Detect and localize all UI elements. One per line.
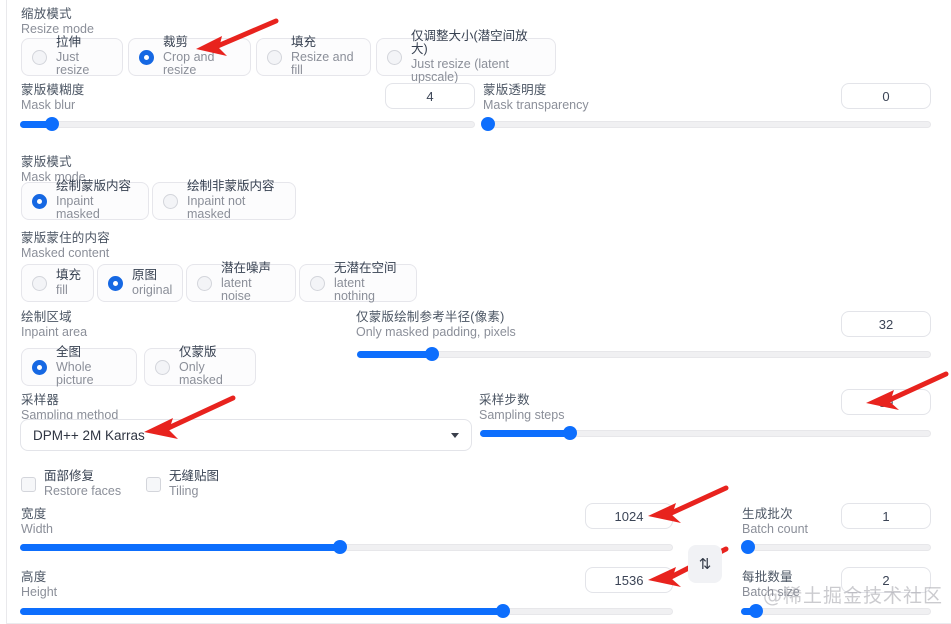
resize-mode-label: 缩放模式 Resize mode [21,7,94,36]
tiling-checkbox[interactable]: 无缝贴图 Tiling [146,469,219,498]
height-slider-fill [20,608,504,615]
sampling-steps-slider[interactable] [480,426,931,440]
sampling-method-label: 采样器 Sampling method [21,393,119,422]
resize-mode-option-just-resize-latent-upscale[interactable]: 仅调整大小(潜空间放大) Just resize (latent upscale… [376,29,556,84]
radio-icon [387,49,402,65]
radio-icon [310,275,325,291]
mask-transparency-value-input[interactable]: 0 [841,83,931,109]
swap-width-height-button[interactable]: ⇅ [688,545,722,583]
sd-webui-img2img-settings-panel: 缩放模式 Resize mode 拉伸 Just resize 裁剪 Crop … [0,0,951,624]
height-label: 高度 Height [21,570,58,599]
site-watermark: @稀土掘金技术社区 [763,585,944,607]
sampling-steps-label: 采样步数 Sampling steps [479,393,565,422]
mask-blur-value-input[interactable]: 4 [385,83,475,109]
height-value-input[interactable]: 1536 [585,567,673,593]
sampling-steps-slider-knob[interactable] [563,426,578,440]
sampling-method-dropdown[interactable]: DPM++ 2M Karras [20,419,472,451]
masked-content-option-original[interactable]: 原图 original [97,264,183,302]
radio-icon [197,275,212,291]
mask-blur-slider-knob[interactable] [44,117,59,131]
panel-left-divider [6,0,7,624]
mask-transparency-label: 蒙版透明度 Mask transparency [483,83,589,112]
resize-mode-option-just-resize[interactable]: 拉伸 Just resize [21,36,123,77]
mask-transparency-slider-knob[interactable] [481,117,495,131]
chevron-down-icon[interactable] [451,432,459,438]
resize-mode-option-resize-and-fill[interactable]: 填充 Resize and fill [256,36,371,77]
batch-size-slider-knob[interactable] [749,604,764,618]
sampling-method-selected-value: DPM++ 2M Karras [33,427,145,443]
mask-mode-option-inpaint-not-masked[interactable]: 绘制非蒙版内容 Inpaint not masked [152,180,296,221]
width-value-input[interactable]: 1024 [585,503,673,529]
restore-faces-checkbox[interactable]: 面部修复 Restore faces [21,469,121,498]
checkbox-icon[interactable] [146,476,161,492]
width-slider[interactable] [20,540,673,554]
mask-blur-label: 蒙版模糊度 Mask blur [21,83,85,112]
only-masked-padding-slider-fill [357,351,432,358]
sampling-steps-value-input[interactable]: 30 [841,389,931,415]
width-slider-knob[interactable] [332,540,347,554]
mask-mode-option-inpaint-masked[interactable]: 绘制蒙版内容 Inpaint masked [21,180,149,221]
radio-icon [32,275,47,291]
inpaint-area-option-whole-picture[interactable]: 全图 Whole picture [21,346,137,387]
only-masked-padding-label: 仅蒙版绘制参考半径(像素) Only masked padding, pixel… [356,310,516,339]
mask-transparency-slider[interactable] [481,117,931,131]
radio-icon [267,49,282,65]
height-slider[interactable] [20,604,673,618]
only-masked-padding-slider[interactable] [357,347,931,361]
batch-count-slider-knob[interactable] [741,540,755,554]
sampling-steps-slider-fill [480,430,571,437]
masked-content-option-latent-nothing[interactable]: 无潜在空间 latent nothing [299,262,417,303]
radio-icon [163,193,178,209]
width-slider-fill [20,544,340,551]
radio-icon [32,49,47,65]
masked-content-option-fill[interactable]: 填充 fill [21,264,94,302]
masked-content-option-latent-noise[interactable]: 潜在噪声 latent noise [186,262,296,303]
checkbox-icon[interactable] [21,476,36,492]
radio-icon [32,193,47,209]
radio-icon [139,49,154,65]
radio-icon [108,275,123,291]
only-masked-padding-value-input[interactable]: 32 [841,311,931,337]
inpaint-area-option-only-masked[interactable]: 仅蒙版 Only masked [144,346,256,387]
batch-count-value-input[interactable]: 1 [841,503,931,529]
masked-content-label: 蒙版蒙住的内容 Masked content [21,231,110,260]
inpaint-area-label: 绘制区域 Inpaint area [21,310,88,339]
height-slider-knob[interactable] [496,604,511,618]
radio-icon [155,359,170,375]
batch-count-slider[interactable] [741,540,931,554]
width-label: 宽度 Width [21,507,53,536]
resize-mode-option-crop-and-resize[interactable]: 裁剪 Crop and resize [128,36,251,77]
only-masked-padding-slider-knob[interactable] [424,347,439,361]
radio-icon [32,359,47,375]
batch-count-label: 生成批次 Batch count [742,507,809,536]
mask-blur-slider[interactable] [20,117,475,131]
